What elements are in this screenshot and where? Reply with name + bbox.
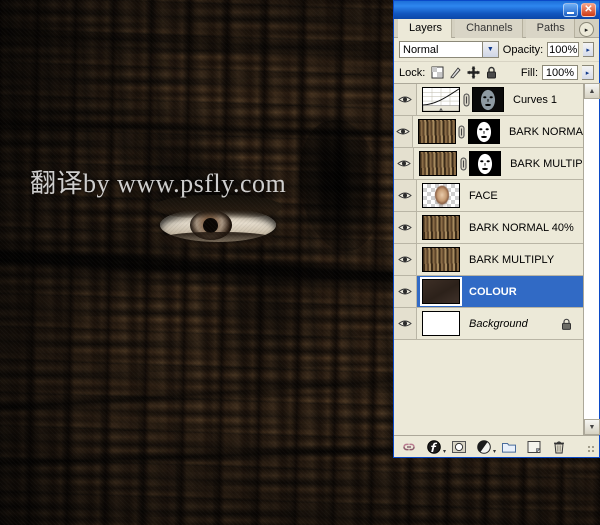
layer-row[interactable]: BARK MULTIPLY	[394, 244, 584, 276]
delete-layer-icon[interactable]	[551, 439, 567, 455]
layer-style-fx-icon[interactable]: ▾	[426, 439, 442, 455]
layer-visibility-eye-icon[interactable]	[394, 116, 413, 147]
layer-row[interactable]: BARK NORMAL ...	[394, 116, 584, 148]
layer-mask-thumbnail[interactable]	[468, 119, 500, 144]
close-button[interactable]: ✕	[581, 3, 596, 17]
chevron-down-icon[interactable]: ▼	[482, 42, 498, 57]
layer-row[interactable]: COLOUR	[394, 276, 584, 308]
adjustment-menu-arrow-icon: ▾	[493, 448, 496, 455]
layer-name[interactable]: BARK MULTIPLY	[510, 158, 584, 170]
palette-bottom-toolbar[interactable]: ▾ ▾	[394, 435, 599, 457]
layer-visibility-eye-icon[interactable]	[394, 276, 417, 307]
layer-name[interactable]: FACE	[469, 190, 498, 202]
layer-visibility-eye-icon[interactable]	[394, 148, 414, 179]
opacity-label: Opacity:	[503, 44, 543, 56]
layer-thumbnail[interactable]	[422, 279, 460, 304]
layer-mask-link-icon[interactable]	[456, 125, 468, 139]
fx-menu-arrow-icon: ▾	[443, 448, 446, 455]
layers-palette[interactable]: ✕ Layers Channels Paths ▸ Normal ▼ Opaci…	[393, 0, 600, 458]
layer-row[interactable]: Background	[394, 308, 584, 340]
scroll-up-icon[interactable]: ▲	[584, 83, 600, 99]
layer-thumbnail[interactable]	[422, 183, 460, 208]
lock-row: Lock: Fill: 100% ▸	[394, 62, 599, 84]
layer-name[interactable]: COLOUR	[469, 286, 517, 298]
blend-mode-row: Normal ▼ Opacity: 100% ▸	[394, 38, 599, 62]
layer-thumbnail[interactable]	[422, 87, 460, 112]
layer-thumbnail[interactable]	[419, 151, 457, 176]
watermark-text: 翻译by www.psfly.com	[30, 163, 286, 200]
layer-row[interactable]: FACE	[394, 180, 584, 212]
fill-slider-arrow-icon[interactable]: ▸	[582, 65, 594, 80]
new-layer-icon[interactable]	[526, 439, 542, 455]
minimize-button[interactable]	[563, 3, 578, 17]
layer-mask-link-icon[interactable]	[457, 157, 469, 171]
layer-name[interactable]: BARK MULTIPLY	[469, 254, 554, 266]
layer-list-scrollbar[interactable]: ▲ ▼	[583, 83, 599, 435]
layer-thumbnail[interactable]	[422, 215, 460, 240]
palette-tabs[interactable]: Layers Channels Paths ▸	[394, 19, 599, 38]
opacity-input[interactable]: 100%	[547, 42, 579, 57]
lock-label: Lock:	[399, 67, 425, 79]
layer-visibility-eye-icon[interactable]	[394, 180, 417, 211]
layer-name[interactable]: Curves 1	[513, 94, 557, 106]
tab-layers[interactable]: Layers	[398, 19, 452, 38]
layer-row[interactable]: BARK MULTIPLY	[394, 148, 584, 180]
new-group-icon[interactable]	[501, 439, 517, 455]
layer-thumbnail[interactable]	[422, 247, 460, 272]
layer-locked-icon	[561, 318, 572, 333]
palette-titlebar[interactable]: ✕	[394, 1, 599, 19]
layer-mask-link-icon[interactable]	[460, 93, 472, 107]
blend-mode-select[interactable]: Normal ▼	[399, 41, 499, 58]
add-layer-mask-icon[interactable]	[451, 439, 467, 455]
palette-resize-grip[interactable]	[587, 445, 596, 454]
layer-visibility-eye-icon[interactable]	[394, 244, 417, 275]
lock-image-icon[interactable]	[449, 66, 462, 79]
blend-mode-value: Normal	[403, 44, 438, 56]
new-fill-adjustment-layer-icon[interactable]: ▾	[476, 439, 492, 455]
lock-transparency-icon[interactable]	[431, 66, 444, 79]
layer-name[interactable]: Background	[469, 318, 528, 330]
lock-position-icon[interactable]	[467, 66, 480, 79]
tab-paths[interactable]: Paths	[526, 19, 575, 38]
layer-name[interactable]: BARK NORMAL 40%	[469, 222, 574, 234]
scroll-down-icon[interactable]: ▼	[584, 419, 600, 435]
palette-menu-button[interactable]: ▸	[579, 22, 594, 37]
layer-mask-thumbnail[interactable]	[472, 87, 504, 112]
layer-name[interactable]: BARK NORMAL ...	[509, 126, 584, 138]
link-layers-icon[interactable]	[401, 439, 417, 455]
layer-row[interactable]: BARK NORMAL 40%	[394, 212, 584, 244]
layer-thumbnail[interactable]	[422, 311, 460, 336]
layer-visibility-eye-icon[interactable]	[394, 308, 417, 339]
layer-visibility-eye-icon[interactable]	[394, 212, 417, 243]
layer-mask-thumbnail[interactable]	[469, 151, 501, 176]
opacity-slider-arrow-icon[interactable]: ▸	[583, 42, 594, 57]
tab-channels[interactable]: Channels	[455, 19, 522, 38]
fill-input[interactable]: 100%	[542, 65, 578, 80]
layer-thumbnail[interactable]	[418, 119, 456, 144]
lock-all-icon[interactable]	[485, 66, 498, 79]
layer-row[interactable]: Curves 1	[394, 84, 584, 116]
fill-label: Fill:	[521, 67, 538, 79]
layer-visibility-eye-icon[interactable]	[394, 84, 417, 115]
layer-list[interactable]: Curves 1 BARK NORMAL ... BARK MULTIPLY FACE…	[394, 83, 584, 435]
